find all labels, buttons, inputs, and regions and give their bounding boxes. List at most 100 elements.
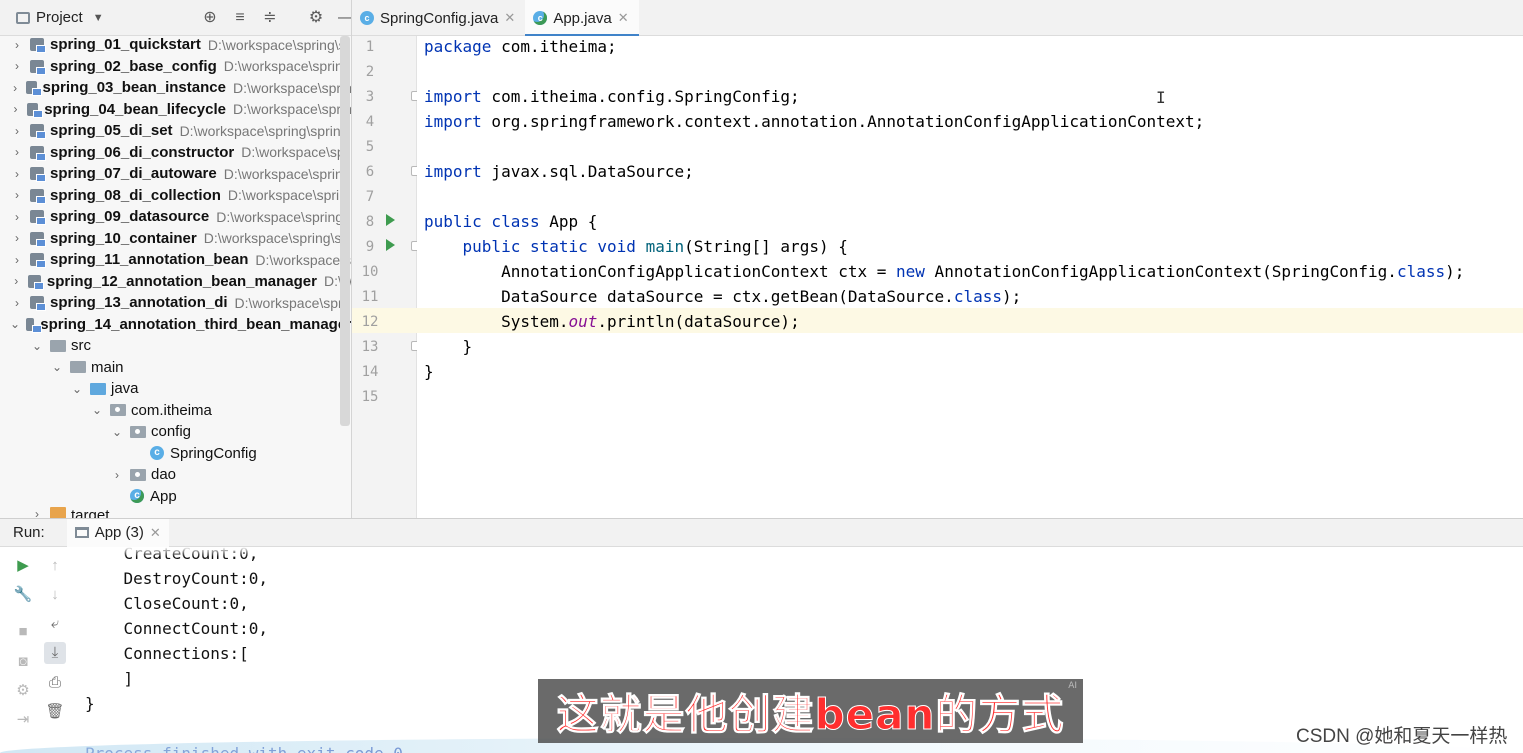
locate-file-icon[interactable]: ⊕ [200,8,220,28]
tree-module-row[interactable]: › spring_02_base_config D:\workspace\spr… [0,56,351,78]
soft-wrap-icon[interactable]: ⤶ [44,613,66,635]
run-class-icon[interactable] [386,214,395,226]
collapse-all-icon[interactable]: ≑ [260,8,280,28]
chevron-right-icon[interactable]: › [10,38,24,52]
line-number: 4 [365,114,375,130]
project-toolbar: ⊕ ≡ ≑ ⚙ — [200,8,351,28]
chevron-down-icon[interactable]: ⌄ [30,339,44,353]
tree-package-row[interactable]: ⌄ com.itheima [0,400,351,422]
module-path: D:\workspace\sprin [227,187,347,204]
text-cursor-icon: I [1156,88,1166,107]
tree-folder-java[interactable]: ⌄ java [0,378,351,400]
tree-module-row[interactable]: › spring_05_di_set D:\workspace\spring\s… [0,120,351,142]
source-folder-icon [90,382,106,395]
stop-icon[interactable]: ■ [12,621,34,643]
tree-folder-target[interactable]: › target [0,507,351,518]
chevron-right-icon[interactable]: › [10,296,24,310]
chevron-down-icon[interactable]: ⌄ [10,317,20,331]
console-line: DestroyCount:0, [85,569,269,588]
chevron-right-icon[interactable]: › [10,167,24,181]
tree-file-app[interactable]: c App [0,486,351,508]
tree-module-row[interactable]: › spring_10_container D:\workspace\sprin… [0,228,351,250]
module-icon [30,188,46,204]
rerun-icon[interactable]: ▶ [12,555,34,577]
tree-module-row[interactable]: › spring_03_bean_instance D:\workspace\s… [0,77,351,99]
console-output[interactable]: CreateCount:0, DestroyCount:0, CloseCoun… [85,541,403,753]
chevron-right-icon[interactable]: › [110,468,124,482]
chevron-right-icon[interactable]: › [10,231,24,245]
tree-folder-main[interactable]: ⌄ main [0,357,351,379]
print-icon[interactable]: ⎙ [44,672,66,694]
tree-module-row[interactable]: › spring_08_di_collection D:\workspace\s… [0,185,351,207]
chevron-down-icon[interactable]: ⌄ [90,403,104,417]
module-icon [30,124,46,140]
arrow-down-icon[interactable]: ↓ [44,584,66,606]
chevron-down-icon[interactable]: ⌄ [70,382,84,396]
module-icon [27,102,44,118]
expand-all-icon[interactable]: ≡ [230,8,250,28]
chevron-right-icon[interactable]: › [10,145,24,159]
tree-package-config[interactable]: ⌄ config [0,421,351,443]
line-number: 13 [361,339,379,355]
tree-module-row[interactable]: › spring_13_annotation_di D:\workspace\s… [0,292,351,314]
tab-app[interactable]: c App.java ✕ [525,0,639,37]
chevron-down-icon[interactable]: ⌄ [50,360,64,374]
gear-icon[interactable]: ⚙ [306,8,326,28]
code-line: public static void main(String[] args) { [462,237,848,256]
chevron-right-icon[interactable]: › [10,81,20,95]
module-path: D:\workspace\sprin [232,101,352,118]
run-label: Run: [13,524,45,541]
chevron-right-icon[interactable]: › [10,102,21,116]
folder-label: java [111,380,139,398]
chevron-right-icon[interactable]: › [10,124,24,138]
module-icon [30,145,46,161]
camera-icon[interactable]: ◙ [12,651,34,673]
module-name: spring_04_bean_lifecycle [44,100,226,118]
project-view-selector[interactable]: Project ▼ [16,9,104,26]
close-icon[interactable]: ✕ [150,525,161,541]
tree-file-springconfig[interactable]: c SpringConfig [0,443,351,465]
tree-module-row[interactable]: › spring_04_bean_lifecycle D:\workspace\… [0,99,352,121]
close-icon[interactable]: ✕ [504,10,515,26]
code-line: AnnotationConfigApplicationContext ctx =… [424,262,1465,281]
tree-module-row-expanded[interactable]: ⌄ spring_14_annotation_third_bean_manage… [0,314,351,336]
tree-package-dao[interactable]: › dao [0,464,351,486]
tree-module-row[interactable]: › spring_06_di_constructor D:\workspace\… [0,142,351,164]
module-icon [28,274,46,290]
module-name: spring_03_bean_instance [42,79,226,97]
run-method-icon[interactable] [386,239,395,251]
java-class-icon: c [360,11,374,25]
project-scrollbar[interactable] [340,36,350,426]
code-editor[interactable]: package com.itheima; import com.itheima.… [417,36,1523,518]
settings-icon[interactable]: ⚙ [12,680,34,702]
tree-module-row[interactable]: › spring_11_annotation_bean D:\workspace… [0,249,351,271]
tree-folder-src[interactable]: ⌄ src [0,335,351,357]
tree-module-row[interactable]: › spring_01_quickstart D:\workspace\spri… [0,34,351,56]
chevron-right-icon[interactable]: › [10,188,24,202]
tree-module-row[interactable]: › spring_07_di_autoware D:\workspace\spr… [0,163,351,185]
chevron-right-icon[interactable]: › [10,253,24,267]
tree-module-row[interactable]: › spring_09_datasource D:\workspace\spri… [0,206,351,228]
chevron-right-icon[interactable]: › [10,59,24,73]
watermark: CSDN @她和夏天一样热 [1296,726,1508,747]
chevron-right-icon[interactable]: › [30,507,44,518]
module-icon [30,167,46,183]
wrench-icon[interactable]: 🔧 [12,584,34,606]
scroll-to-end-icon[interactable]: ⤓ [44,642,66,664]
tree-module-row[interactable]: › spring_12_annotation_bean_manager D:\w [0,271,351,293]
chevron-right-icon[interactable]: › [10,210,24,224]
tab-springconfig[interactable]: c SpringConfig.java ✕ [352,0,525,36]
module-name: spring_06_di_constructor [50,143,235,161]
arrow-up-icon[interactable]: ↑ [44,555,66,577]
trash-icon[interactable]: 🗑 [44,701,66,723]
chevron-right-icon[interactable]: › [10,274,22,288]
line-number: 2 [365,64,375,80]
module-name: spring_08_di_collection [50,186,221,204]
package-label: dao [151,466,177,484]
chevron-down-icon[interactable]: ⌄ [110,425,124,439]
package-icon [110,404,126,417]
folder-icon [50,339,66,352]
hide-panel-icon[interactable]: — [336,8,351,28]
exit-icon[interactable]: ⇥ [12,709,34,731]
close-icon[interactable]: ✕ [618,10,629,26]
